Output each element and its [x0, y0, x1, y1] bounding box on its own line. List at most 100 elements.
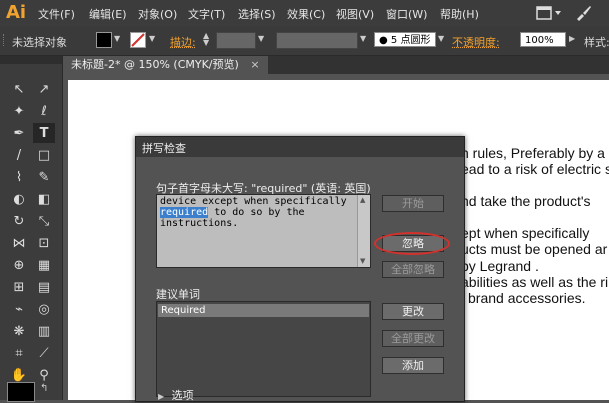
selection-status: 未选择对象	[12, 36, 67, 49]
tools-panel-header	[0, 56, 62, 64]
artboard-tool-icon[interactable]: ⌗	[8, 343, 30, 363]
eyedropper-tool-icon[interactable]: ⌁	[8, 299, 30, 319]
suggestions-label: 建议单词	[156, 288, 200, 301]
stroke-stepper[interactable]: ▲ ▼	[203, 32, 212, 47]
suggestions-list[interactable]: Required	[156, 301, 371, 397]
mesh-tool-icon[interactable]: ⊞	[8, 277, 30, 297]
spell-check-dialog: 拼写检查 句子首字母未大写: "required" (英语: 英国) devic…	[135, 136, 465, 402]
direct-selection-tool-icon[interactable]: ↗	[33, 79, 55, 99]
add-button[interactable]: 添加	[382, 357, 444, 374]
suggestion-item[interactable]: Required	[158, 304, 369, 317]
document-tab[interactable]: 未标题-2* @ 150% (CMYK/预览) ×	[63, 56, 268, 74]
pen-tool-icon[interactable]: ✒	[8, 123, 30, 143]
pencil-tool-icon[interactable]: ✎	[33, 167, 55, 187]
swap-colors-icon[interactable]: ↰	[40, 383, 48, 394]
close-tab-icon[interactable]: ×	[250, 58, 259, 71]
panel-grip	[3, 34, 8, 46]
scale-tool-icon[interactable]: ⤡	[33, 211, 55, 231]
control-bar: 未选择对象 ▼ ▼ 描边: ▲ ▼ ▼ ▼ ● 5 点圆形 ▼ 不透明度: 100…	[0, 26, 609, 56]
free-transform-tool-icon[interactable]: ⊡	[33, 233, 55, 253]
column-graph-tool-icon[interactable]: ▥	[33, 321, 55, 341]
dialog-titlebar[interactable]: 拼写检查	[136, 137, 464, 157]
brush-shape: 点圆形	[400, 35, 431, 46]
gradient-tool-icon[interactable]: ▤	[33, 277, 55, 297]
scroll-down-arrow-icon[interactable]: ▼	[360, 257, 365, 265]
menu-type[interactable]: 文字(T)	[188, 6, 225, 22]
context-scrollbar[interactable]: ▲ ▼	[357, 195, 370, 267]
fill-color-box[interactable]	[7, 382, 35, 402]
document-text-line: ead to a risk of electric s	[461, 161, 609, 177]
document-tab-bar: 未标题-2* @ 150% (CMYK/预览) ×	[63, 56, 609, 74]
stroke-weight-field[interactable]	[216, 32, 256, 49]
start-button[interactable]: 开始	[382, 195, 444, 212]
variable-width-field[interactable]	[276, 32, 358, 49]
magic-wand-tool-icon[interactable]: ✦	[8, 101, 30, 121]
fill-swatch[interactable]	[96, 32, 112, 48]
menu-effect[interactable]: 效果(C)	[287, 6, 325, 22]
menu-select[interactable]: 选择(S)	[238, 6, 276, 22]
scroll-up-arrow-icon[interactable]: ▲	[360, 196, 365, 204]
menu-view[interactable]: 视图(V)	[336, 6, 374, 22]
context-line: device except when specifically	[160, 196, 347, 207]
brush-icon[interactable]	[574, 4, 592, 22]
brush-dot-icon: ●	[379, 35, 388, 46]
document-text-line: nd take the product's	[461, 193, 591, 209]
document-text-line: n rules, Preferably by a	[461, 145, 605, 161]
blend-tool-icon[interactable]: ◎	[33, 299, 55, 319]
paintbrush-tool-icon[interactable]: ⌇	[8, 167, 30, 187]
workspace-layout-icon[interactable]	[536, 5, 562, 21]
options-label: 选项	[171, 389, 194, 402]
eraser-tool-icon[interactable]: ◧	[33, 189, 55, 209]
selection-tool-icon[interactable]: ↖	[8, 79, 30, 99]
width-tool-icon[interactable]: ⋈	[8, 233, 30, 253]
brush-dropdown[interactable]: ▼	[438, 34, 447, 44]
highlight-ring	[374, 232, 450, 255]
options-toggle[interactable]: ▶ 选项	[158, 387, 194, 403]
brush-size: 5	[390, 35, 398, 46]
app-logo: Ai	[6, 2, 27, 23]
stroke-label[interactable]: 描边:	[170, 34, 196, 50]
rectangle-tool-icon[interactable]: □	[33, 145, 55, 165]
opacity-label[interactable]: 不透明度:	[452, 34, 500, 50]
document-text-line: by Legrand .	[461, 258, 539, 274]
rotate-tool-icon[interactable]: ↻	[8, 211, 30, 231]
change-button[interactable]: 更改	[382, 303, 444, 320]
document-text-line: ucts must be opened ar	[461, 241, 608, 257]
document-text-line: ept when specifically	[461, 225, 590, 241]
stroke-swatch-icon[interactable]	[130, 32, 146, 48]
menu-help[interactable]: 帮助(H)	[440, 6, 479, 22]
shape-builder-tool-icon[interactable]: ⊕	[8, 255, 30, 275]
ignore-all-button[interactable]: 全部忽略	[382, 261, 444, 278]
menu-file[interactable]: 文件(F)	[38, 6, 75, 22]
style-label: 样式:	[584, 36, 609, 49]
type-tool-icon[interactable]: T	[33, 123, 55, 143]
opacity-arrow[interactable]: ▶	[569, 34, 578, 44]
context-line: to do so by the	[208, 207, 305, 218]
brush-field[interactable]: ● 5 点圆形	[374, 32, 436, 47]
document-text-line: abilities as well as the ri	[461, 274, 609, 290]
document-tab-title: 未标题-2* @ 150% (CMYK/预览)	[71, 58, 239, 71]
slice-tool-icon[interactable]: ⟋	[33, 343, 55, 363]
variable-width-dropdown[interactable]: ▼	[360, 34, 369, 44]
context-text: device except when specifically required…	[160, 196, 355, 229]
document-text-line: l brand accessories.	[461, 290, 586, 306]
fill-dropdown-arrow[interactable]: ▼	[114, 34, 123, 44]
menu-edit[interactable]: 编辑(E)	[89, 6, 127, 22]
opacity-field[interactable]: 100%	[520, 32, 566, 47]
menu-window[interactable]: 窗口(W)	[386, 6, 427, 22]
context-text-box: device except when specifically required…	[156, 194, 371, 268]
lasso-tool-icon[interactable]: ℓ	[33, 101, 55, 121]
symbol-sprayer-tool-icon[interactable]: ❋	[8, 321, 30, 341]
zoom-tool-icon[interactable]: ⚲	[33, 365, 55, 385]
tools-panel: ↖ ↗ ✦ ℓ ✒ T / □ ⌇ ✎ ◐ ◧ ↻ ⤡ ⋈ ⊡ ⊕ ▦ ⊞ ▤ …	[0, 56, 63, 402]
stroke-dropdown-arrow[interactable]: ▼	[149, 34, 158, 44]
change-all-button[interactable]: 全部更改	[382, 330, 444, 347]
menu-object[interactable]: 对象(O)	[138, 6, 177, 22]
blob-brush-tool-icon[interactable]: ◐	[8, 189, 30, 209]
perspective-grid-tool-icon[interactable]: ▦	[33, 255, 55, 275]
stroke-weight-dropdown[interactable]: ▼	[258, 34, 267, 44]
dialog-title: 拼写检查	[142, 142, 186, 155]
context-line: instructions.	[160, 218, 239, 229]
line-tool-icon[interactable]: /	[8, 145, 30, 165]
misspelled-word: required	[160, 207, 209, 218]
